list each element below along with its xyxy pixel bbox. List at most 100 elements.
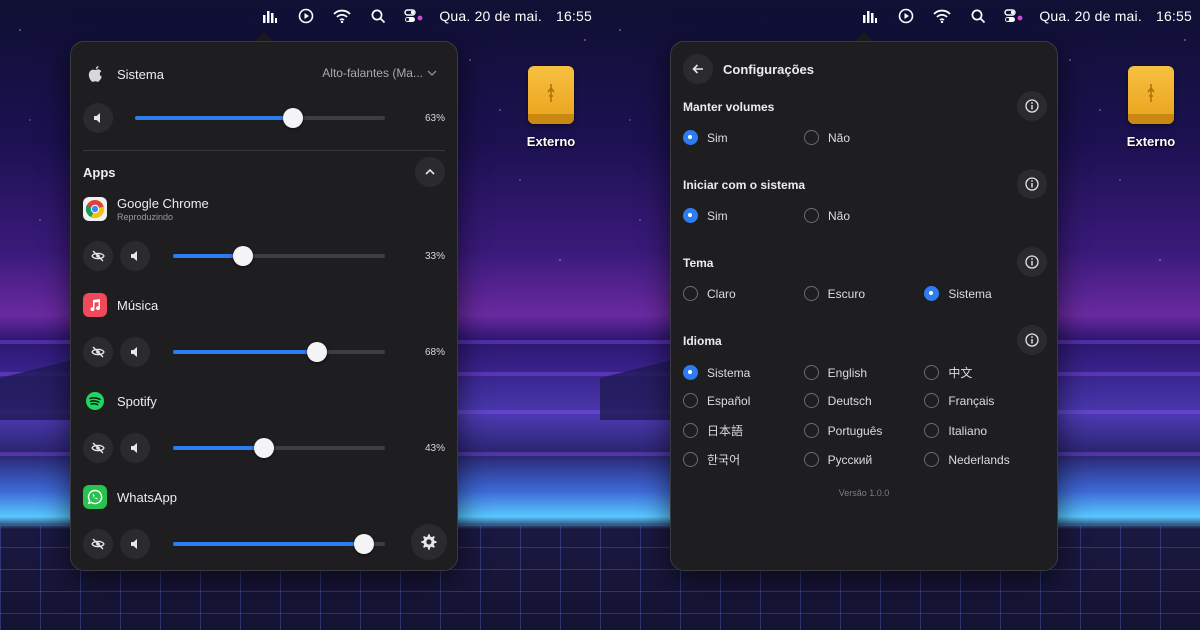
- radio-button[interactable]: [803, 393, 819, 408]
- hide-app-button[interactable]: [83, 337, 113, 367]
- radio-label: Español: [707, 393, 751, 408]
- radio-label: Sistema: [707, 365, 751, 380]
- radio-button[interactable]: [924, 423, 940, 438]
- output-device-value: Alto-falantes (Ma...: [322, 66, 423, 80]
- app-volume-row: %: [83, 529, 445, 559]
- app-volume-thumb[interactable]: [353, 534, 374, 554]
- radio-option[interactable]: Claro: [683, 286, 804, 301]
- radio-button[interactable]: [803, 365, 819, 380]
- radio-button[interactable]: [924, 365, 940, 380]
- menubar-date[interactable]: Qua. 20 de mai.: [439, 8, 542, 24]
- app-volume-thumb[interactable]: [307, 342, 328, 362]
- app-mute-button[interactable]: [120, 241, 150, 271]
- radio-button[interactable]: [683, 286, 698, 301]
- radio-option[interactable]: 中文: [924, 364, 1045, 381]
- radio-option[interactable]: Escuro: [803, 286, 925, 301]
- sound-mixer-menu-icon[interactable]: [859, 5, 881, 27]
- wifi-icon[interactable]: [931, 5, 953, 27]
- radio-button[interactable]: [683, 393, 698, 408]
- play-icon[interactable]: [895, 5, 917, 27]
- screen-mixer: Qua. 20 de mai. 16:55 Externo Sistema Al…: [0, 0, 600, 630]
- radio-option[interactable]: Nederlands: [924, 451, 1045, 468]
- radio-option[interactable]: Não: [804, 208, 925, 223]
- external-drive-icon: [528, 66, 574, 124]
- app-mute-button[interactable]: [120, 433, 150, 463]
- app-volume-thumb[interactable]: [254, 438, 275, 458]
- radio-option[interactable]: 한국어: [683, 451, 804, 468]
- radio-button[interactable]: [924, 393, 940, 408]
- hide-app-button[interactable]: [83, 433, 113, 463]
- app-volume-thumb[interactable]: [232, 246, 253, 266]
- radio-button[interactable]: [683, 130, 698, 145]
- menubar-time[interactable]: 16:55: [1156, 8, 1192, 24]
- radio-option[interactable]: Italiano: [924, 422, 1045, 439]
- radio-button[interactable]: [803, 286, 819, 301]
- play-icon[interactable]: [295, 5, 317, 27]
- app-volume-percent: 33%: [424, 250, 445, 262]
- radio-option[interactable]: Español: [683, 393, 804, 408]
- radio-option[interactable]: Русский: [803, 451, 925, 468]
- radio-option[interactable]: Deutsch: [803, 393, 925, 408]
- radio-group-row: Español Deutsch Français: [683, 393, 1045, 408]
- eye-slash-icon: [91, 250, 105, 262]
- control-center-icon[interactable]: [1003, 5, 1025, 27]
- info-button[interactable]: [1017, 169, 1047, 199]
- radio-group-row: Claro Escuro Sistema: [683, 286, 1045, 301]
- radio-option[interactable]: Sistema: [683, 364, 804, 381]
- radio-button[interactable]: [804, 208, 819, 223]
- system-volume-slider[interactable]: [135, 108, 385, 128]
- radio-button[interactable]: [803, 452, 819, 467]
- back-button[interactable]: [683, 54, 713, 84]
- app-mute-button[interactable]: [120, 529, 150, 559]
- app-volume-fill: [173, 542, 364, 546]
- radio-button[interactable]: [924, 286, 940, 301]
- sound-mixer-menu-icon[interactable]: [259, 5, 281, 27]
- radio-option[interactable]: Sistema: [924, 286, 1045, 301]
- hide-app-button[interactable]: [83, 241, 113, 271]
- sound-mixer-panel: Sistema Alto-falantes (Ma... 63% Apps Go…: [70, 41, 458, 571]
- app-volume-slider[interactable]: [173, 534, 385, 554]
- radio-option[interactable]: Français: [924, 393, 1045, 408]
- control-center-icon[interactable]: [403, 5, 425, 27]
- app-mute-button[interactable]: [120, 337, 150, 367]
- wifi-icon[interactable]: [331, 5, 353, 27]
- radio-option[interactable]: Sim: [683, 208, 804, 223]
- radio-option[interactable]: Não: [804, 130, 925, 145]
- menu-bar: Qua. 20 de mai. 16:55: [600, 0, 1200, 32]
- system-volume-thumb[interactable]: [282, 108, 303, 128]
- menubar-date[interactable]: Qua. 20 de mai.: [1039, 8, 1142, 24]
- app-volume-slider[interactable]: [173, 342, 385, 362]
- app-volume-slider[interactable]: [173, 438, 385, 458]
- menubar-time[interactable]: 16:55: [556, 8, 592, 24]
- collapse-apps-button[interactable]: [415, 157, 445, 187]
- settings-button[interactable]: [411, 524, 447, 560]
- output-device-dropdown[interactable]: Alto-falantes (Ma...: [322, 66, 437, 80]
- radio-button[interactable]: [683, 452, 698, 467]
- desktop-drive-externo[interactable]: Externo: [1111, 66, 1191, 149]
- hide-app-button[interactable]: [83, 529, 113, 559]
- radio-group-row: Sistema English 中文: [683, 364, 1045, 381]
- radio-option[interactable]: Sim: [683, 130, 804, 145]
- radio-button[interactable]: [804, 130, 819, 145]
- external-drive-icon: [1128, 66, 1174, 124]
- apps-section-title: Apps: [83, 165, 116, 180]
- info-button[interactable]: [1017, 325, 1047, 355]
- radio-button[interactable]: [683, 208, 698, 223]
- radio-button[interactable]: [683, 365, 698, 380]
- settings-title: Configurações: [723, 61, 815, 77]
- radio-button[interactable]: [803, 423, 819, 438]
- app-volume-slider[interactable]: [173, 246, 385, 266]
- search-icon[interactable]: [367, 5, 389, 27]
- radio-option[interactable]: 日本語: [683, 422, 804, 439]
- info-button[interactable]: [1017, 247, 1047, 277]
- radio-button[interactable]: [683, 423, 698, 438]
- info-button[interactable]: [1017, 91, 1047, 121]
- radio-option[interactable]: English: [803, 364, 925, 381]
- radio-button[interactable]: [924, 452, 940, 467]
- app-row: Google Chrome Reproduzindo: [83, 194, 445, 224]
- chevron-down-icon: [427, 70, 437, 76]
- system-mute-button[interactable]: [83, 103, 113, 133]
- radio-option[interactable]: Português: [803, 422, 925, 439]
- search-icon[interactable]: [967, 5, 989, 27]
- desktop-drive-externo[interactable]: Externo: [511, 66, 591, 149]
